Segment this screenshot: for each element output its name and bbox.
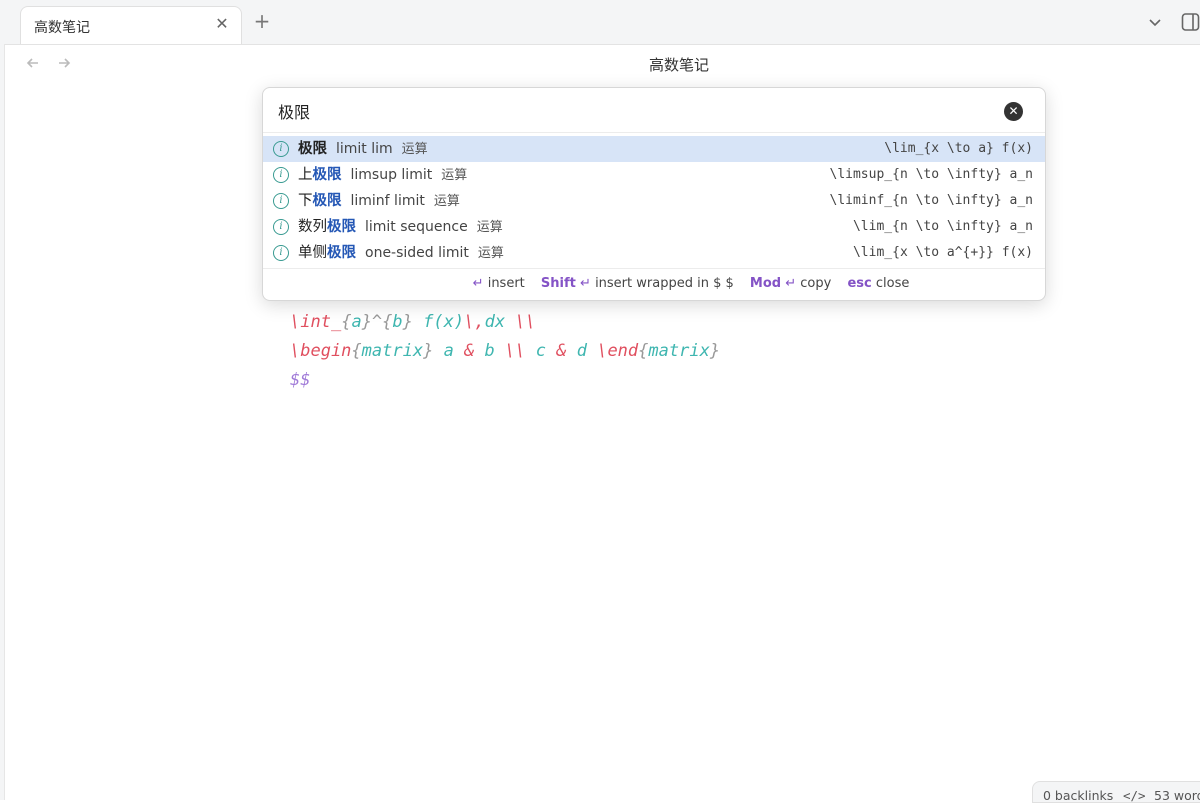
result-item[interactable]: i 上极限 limsup limit 运算 \limsup_{n \to \infty}… xyxy=(263,162,1045,188)
result-alias: limit lim xyxy=(336,141,393,157)
chevron-down-icon[interactable] xyxy=(1146,13,1164,31)
info-icon: i xyxy=(273,245,289,261)
hint-insert: insert xyxy=(487,276,525,291)
code-token: { xyxy=(351,341,362,361)
result-label: 单侧极限 one-sided limit 运算 xyxy=(298,240,504,267)
result-category: 运算 xyxy=(476,220,503,235)
result-label: 极限 limit lim 运算 xyxy=(298,136,428,163)
result-category: 运算 xyxy=(433,194,460,209)
code-token: matrix xyxy=(361,341,424,361)
mod-key: Mod xyxy=(749,276,782,291)
code-token: b xyxy=(484,341,506,361)
hint-copy: copy xyxy=(800,276,832,291)
result-category: 运算 xyxy=(401,142,428,157)
result-item[interactable]: i 下极限 liminf limit 运算 \liminf_{n \to \infty}… xyxy=(263,188,1045,214)
shift-key: Shift xyxy=(540,276,576,291)
result-label: 数列极限 limit sequence 运算 xyxy=(298,214,503,241)
code-token: a xyxy=(351,312,362,332)
code-token: f(x) xyxy=(423,312,465,332)
result-code: \lim_{x \to a} f(x) xyxy=(884,141,1033,156)
result-category: 运算 xyxy=(441,168,468,183)
info-icon: i xyxy=(273,141,289,157)
result-prefix: 上 xyxy=(298,167,313,183)
code-token: { xyxy=(341,312,352,332)
tab-active[interactable]: 高数笔记 ✕ xyxy=(20,6,242,44)
result-item[interactable]: i 单侧极限 one-sided limit 运算 \lim_{x \to a^{+}}… xyxy=(263,240,1045,266)
result-label: 下极限 liminf limit 运算 xyxy=(298,188,460,215)
tab-bar: 高数笔记 ✕ + xyxy=(0,0,1200,45)
result-code: \lim_{x \to a^{+}} f(x) xyxy=(852,245,1033,260)
page-title[interactable]: 高数笔记 xyxy=(0,54,1200,75)
plus-icon[interactable]: + xyxy=(252,11,272,31)
code-token: } xyxy=(423,341,444,361)
code-token: \, xyxy=(464,312,485,332)
code-token: \int_ xyxy=(290,312,342,332)
code-token: $$ xyxy=(290,370,311,390)
result-code: \lim_{n \to \infty} a_n xyxy=(852,219,1033,234)
result-item[interactable]: i 极限 limit lim 运算 \lim_{x \to a} f(x) xyxy=(263,136,1045,162)
code-token: & xyxy=(556,341,577,361)
code-token: \end xyxy=(597,341,639,361)
enter-icon: ↵ xyxy=(785,276,797,291)
close-icon[interactable]: ✕ xyxy=(213,15,231,33)
result-match: 极限 xyxy=(327,245,356,261)
result-prefix: 下 xyxy=(298,193,313,209)
code-line: $$ xyxy=(290,370,310,390)
code-token: \\ xyxy=(515,312,536,332)
code-token: { xyxy=(638,341,649,361)
clear-icon[interactable]: ✕ xyxy=(1004,102,1023,121)
result-code: \liminf_{n \to \infty} a_n xyxy=(829,193,1034,208)
hint-insert-wrapped: insert wrapped in $ $ xyxy=(595,276,734,291)
code-token: matrix xyxy=(648,341,710,361)
info-icon: i xyxy=(273,167,289,183)
result-match: 极限 xyxy=(312,193,342,209)
code-token: b xyxy=(392,312,403,332)
info-icon: i xyxy=(273,219,289,235)
left-ribbon xyxy=(0,44,5,800)
results-list: i 极限 limit lim 运算 \lim_{x \to a} f(x) i 上极限 li… xyxy=(263,136,1045,266)
result-prefix: 单侧 xyxy=(298,245,327,261)
result-prefix: 数列 xyxy=(298,219,327,235)
result-match: 极限 xyxy=(298,141,327,157)
result-alias: one-sided limit xyxy=(365,245,469,261)
result-alias: liminf limit xyxy=(350,193,425,209)
code-token: } xyxy=(402,312,424,332)
code-token: d xyxy=(576,341,598,361)
code-token: }^{ xyxy=(361,312,393,332)
code-token: \begin xyxy=(290,341,352,361)
enter-icon: ↵ xyxy=(472,276,484,291)
result-match: 极限 xyxy=(312,167,342,183)
search-bar: ✕ xyxy=(263,88,1045,133)
popup-footer: ↵ insert Shift ↵ insert wrapped in $ $ M… xyxy=(263,268,1045,300)
tab-title: 高数笔记 xyxy=(34,20,90,36)
code-token: c xyxy=(535,341,557,361)
sidebar-toggle-icon[interactable] xyxy=(1181,12,1200,32)
result-code: \limsup_{n \to \infty} a_n xyxy=(829,167,1034,182)
search-input[interactable] xyxy=(276,98,980,124)
code-line: \begin{matrix} a & b \\ c & d \end{matri… xyxy=(290,341,720,361)
info-icon: i xyxy=(273,193,289,209)
latex-suggest-popup: ✕ i极限limit lim运算\lim_{x \to a} f(x) i上极限… xyxy=(262,87,1046,301)
code-token: a xyxy=(443,341,465,361)
result-alias: limit sequence xyxy=(365,219,468,235)
result-alias: limsup limit xyxy=(350,167,433,183)
code-token: dx xyxy=(484,312,516,332)
result-match: 极限 xyxy=(327,219,356,235)
result-label: 上极限 limsup limit 运算 xyxy=(298,162,467,189)
enter-icon: ↵ xyxy=(580,276,591,291)
code-token: } xyxy=(709,341,721,361)
code-token: & xyxy=(464,341,485,361)
result-category: 运算 xyxy=(477,246,504,261)
code-token: \\ xyxy=(505,341,536,361)
result-item[interactable]: i 数列极限 limit sequence 运算 \lim_{n \to \infty}… xyxy=(263,214,1045,240)
esc-key: esc xyxy=(847,276,872,291)
code-line: \int_{a}^{b} f(x)\,dx \\ xyxy=(290,312,536,332)
hint-close: close xyxy=(875,276,910,291)
